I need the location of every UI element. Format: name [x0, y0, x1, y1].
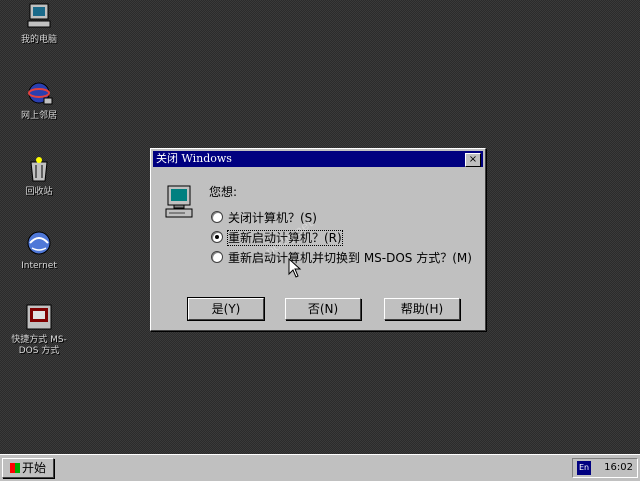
prompt-label: 您想: — [209, 185, 238, 199]
shortcut-icon — [24, 302, 54, 332]
desktop-icon-label: Internet — [21, 261, 57, 271]
taskbar: 开始 En 16:02 — [0, 454, 640, 481]
mouse-cursor-icon — [288, 257, 302, 281]
shutdown-dialog: 关闭 Windows × 您想: 关闭计算机？(S) 重新启动计算机？(R) 重… — [150, 148, 486, 331]
start-button[interactable]: 开始 — [2, 458, 54, 478]
network-neighborhood-icon — [24, 78, 54, 108]
start-label: 开始 — [21, 461, 46, 475]
desktop-icon-network[interactable]: 网上邻居 — [8, 78, 70, 122]
close-icon: × — [468, 154, 478, 165]
clock[interactable]: 16:02 — [604, 459, 633, 477]
computer-icon — [165, 185, 195, 222]
option-restart-msdos-label: 重新启动计算机并切换到 MS-DOS 方式？(M) — [228, 251, 472, 265]
system-tray: En 16:02 — [572, 458, 638, 478]
help-button[interactable]: 帮助(H) — [384, 298, 460, 320]
dialog-title: 关闭 Windows — [156, 152, 232, 165]
desktop-icon-label: 我的电脑 — [20, 35, 57, 45]
start-icon — [9, 463, 20, 473]
radio-restart-msdos[interactable] — [211, 251, 223, 263]
yes-button[interactable]: 是(Y) — [187, 297, 265, 321]
my-computer-icon — [24, 2, 54, 32]
desktop-icon-recycle-bin[interactable]: 回收站 — [8, 154, 70, 198]
desktop-icon-label: 快捷方式 MS-DOS 方式 — [11, 335, 67, 356]
option-restart-msdos[interactable]: 重新启动计算机并切换到 MS-DOS 方式？(M) — [211, 249, 472, 266]
option-restart[interactable]: 重新启动计算机？(R) — [211, 229, 343, 246]
option-shutdown-label: 关闭计算机？(S) — [228, 211, 317, 225]
desktop-icon-my-computer[interactable]: 我的电脑 — [8, 2, 70, 46]
radio-shutdown[interactable] — [211, 211, 223, 223]
close-button[interactable]: × — [465, 153, 481, 167]
desktop-icon-label: 网上邻居 — [20, 111, 57, 121]
desktop-icon-label: 回收站 — [25, 187, 53, 197]
desktop-icon-shortcut[interactable]: 快捷方式 MS-DOS 方式 — [8, 302, 70, 357]
no-button[interactable]: 否(N) — [285, 298, 361, 320]
radio-restart[interactable] — [211, 231, 223, 243]
option-shutdown[interactable]: 关闭计算机？(S) — [211, 209, 317, 226]
ime-icon[interactable]: En — [577, 461, 591, 475]
option-restart-label: 重新启动计算机？(R) — [227, 230, 343, 246]
internet-explorer-icon — [24, 228, 54, 258]
dialog-titlebar[interactable]: 关闭 Windows × — [153, 151, 483, 167]
recycle-bin-icon — [24, 154, 54, 184]
desktop-icon-internet[interactable]: Internet — [8, 228, 70, 272]
